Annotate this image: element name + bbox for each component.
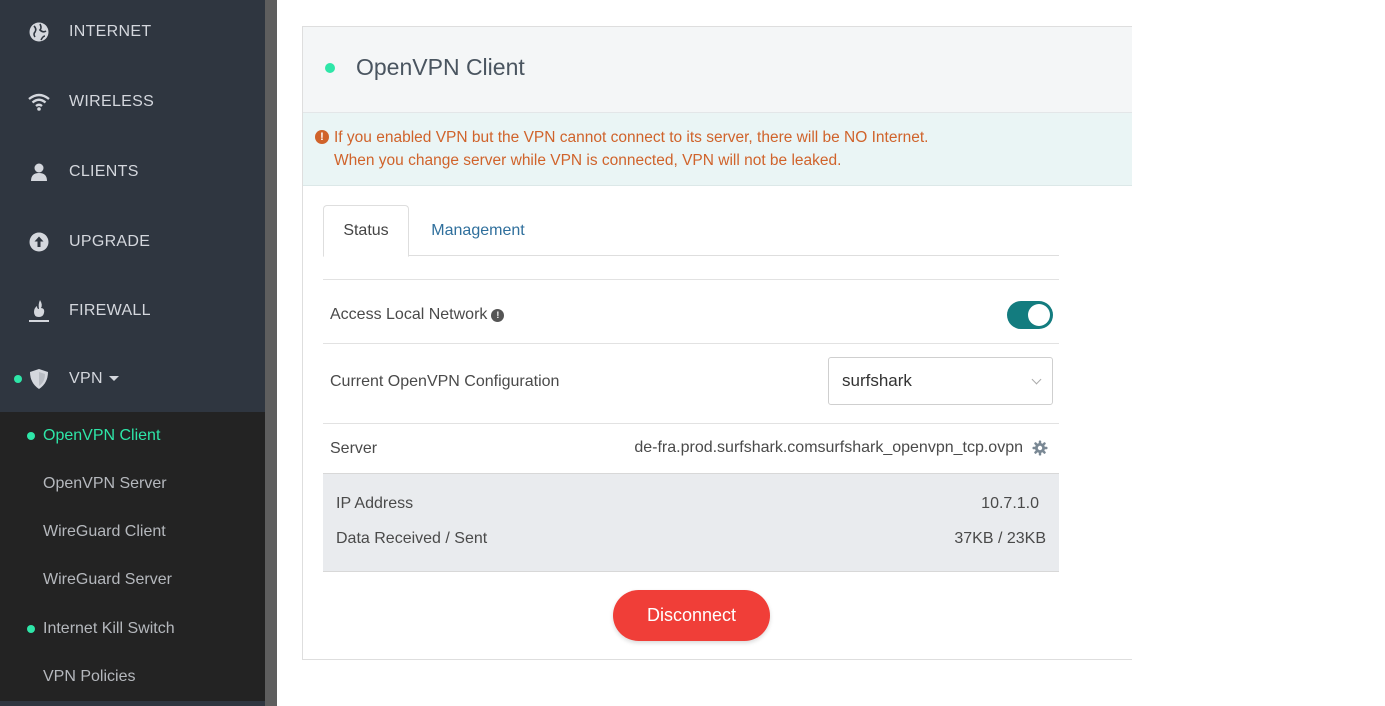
- nav-label: WIRELESS: [69, 93, 155, 110]
- submenu-openvpn-server[interactable]: OpenVPN Server: [0, 460, 265, 508]
- ip-address-value: 10.7.1.0: [981, 495, 1039, 512]
- chevron-down-icon: [1031, 374, 1042, 385]
- data-transfer-value: 37KB / 23KB: [954, 530, 1046, 547]
- submenu-label: OpenVPN Server: [43, 475, 167, 492]
- fire-icon: [27, 299, 51, 323]
- submenu-label: VPN Policies: [43, 668, 136, 685]
- shield-icon: [27, 367, 51, 391]
- nav-wireless[interactable]: WIRELESS: [0, 67, 265, 137]
- sidebar-footer: [0, 701, 265, 706]
- tab-management[interactable]: Management: [409, 205, 547, 256]
- nav-clients[interactable]: CLIENTS: [0, 137, 265, 207]
- nav-firewall[interactable]: FIREWALL: [0, 276, 265, 346]
- submenu-label: WireGuard Server: [43, 571, 172, 588]
- nav-label: CLIENTS: [69, 163, 139, 180]
- server-row: Server de-fra.prod.surfshark.comsurfshar…: [323, 423, 1059, 473]
- page-title: OpenVPN Client: [356, 54, 525, 80]
- sidebar-divider: [265, 0, 277, 706]
- toggle-knob: [1028, 304, 1050, 326]
- nav-upgrade[interactable]: UPGRADE: [0, 207, 265, 277]
- wifi-icon: [27, 90, 51, 114]
- globe-icon: [27, 20, 51, 44]
- server-value: de-fra.prod.surfshark.comsurfshark_openv…: [634, 439, 1023, 456]
- access-local-network-label: Access Local Network!: [330, 306, 505, 324]
- info-icon[interactable]: !: [491, 309, 505, 322]
- vpn-active-dot: [14, 375, 22, 383]
- submenu-vpn-policies[interactable]: VPN Policies: [0, 653, 265, 701]
- nav-label: VPN: [69, 370, 119, 388]
- alert-line-2: When you change server while VPN is conn…: [334, 152, 842, 169]
- submenu-internet-kill-switch[interactable]: Internet Kill Switch: [0, 605, 265, 653]
- access-local-network-row: Access Local Network!: [323, 279, 1059, 344]
- gear-icon[interactable]: [1032, 440, 1048, 456]
- card-header: OpenVPN Client: [303, 27, 1132, 113]
- nav-label: FIREWALL: [69, 302, 151, 319]
- data-transfer-label: Data Received / Sent: [336, 530, 488, 547]
- nav-label: UPGRADE: [69, 233, 151, 250]
- submenu-wireguard-client[interactable]: WireGuard Client: [0, 508, 265, 556]
- configuration-label: Current OpenVPN Configuration: [330, 373, 560, 390]
- access-local-network-toggle[interactable]: [1007, 301, 1053, 329]
- nav-label: INTERNET: [69, 23, 152, 40]
- submenu-label: OpenVPN Client: [43, 427, 161, 444]
- tab-bar: Status Management: [323, 205, 1059, 257]
- nav-vpn[interactable]: VPN: [0, 344, 265, 414]
- connection-stats: IP Address 10.7.1.0 Data Received / Sent…: [323, 473, 1059, 572]
- alert-line-1: If you enabled VPN but the VPN cannot co…: [334, 129, 929, 146]
- upgrade-icon: [27, 230, 51, 254]
- user-icon: [27, 160, 51, 184]
- active-dot: [27, 432, 35, 440]
- status-dot: [325, 63, 335, 73]
- sidebar: INTERNET WIRELESS CLIENTS UPGRADE FIREWA…: [0, 0, 265, 706]
- configuration-value: surfshark: [842, 371, 912, 390]
- vpn-submenu: OpenVPN Client OpenVPN Server WireGuard …: [0, 412, 265, 701]
- configuration-row: Current OpenVPN Configuration surfshark: [323, 343, 1059, 423]
- submenu-label: Internet Kill Switch: [43, 620, 175, 637]
- configuration-select[interactable]: surfshark: [828, 357, 1053, 405]
- submenu-label: WireGuard Client: [43, 523, 166, 540]
- disconnect-button[interactable]: Disconnect: [613, 590, 770, 641]
- server-label: Server: [330, 440, 378, 457]
- exclamation-icon: !: [315, 130, 329, 144]
- nav-internet[interactable]: INTERNET: [0, 0, 265, 67]
- submenu-openvpn-client[interactable]: OpenVPN Client: [0, 412, 265, 460]
- ip-address-label: IP Address: [336, 495, 414, 512]
- openvpn-client-card: OpenVPN Client ! If you enabled VPN but …: [302, 26, 1132, 660]
- submenu-wireguard-server[interactable]: WireGuard Server: [0, 556, 265, 604]
- caret-down-icon: [108, 376, 119, 382]
- warning-alert: ! If you enabled VPN but the VPN cannot …: [303, 113, 1132, 186]
- tab-status[interactable]: Status: [323, 205, 409, 257]
- active-dot: [27, 625, 35, 633]
